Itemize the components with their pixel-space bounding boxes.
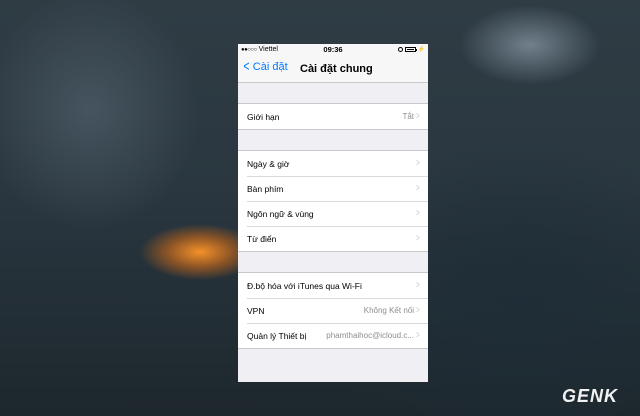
row-keyboard[interactable]: Bàn phím > [238,176,428,201]
row-label: Ngày & giờ [247,158,290,169]
chevron-right-icon: > [416,280,420,291]
chevron-right-icon: > [416,233,420,244]
settings-group-restrictions: Giới hạn Tắt > [238,103,428,130]
row-vpn[interactable]: VPN Không Kết nối > [238,298,428,323]
row-label: Giới hạn [247,111,280,122]
chevron-right-icon: > [416,111,420,122]
status-bar: ●●○○○ Viettel 09:36 ⚡ [238,44,428,56]
chevron-right-icon: > [416,183,420,194]
chevron-right-icon: > [416,158,420,169]
back-label: Cài đặt [252,61,288,73]
navigation-bar: < Cài đặt Cài đặt chung [238,56,428,83]
row-value: Không Kết nối [363,306,414,315]
phone-screen: ●●○○○ Viettel 09:36 ⚡ < Cài đặt Cài đặt … [238,44,428,382]
rotation-lock-icon [397,47,403,52]
row-value: phamthaihoc@icloud.c... [326,331,414,340]
row-label: Bàn phím [247,183,284,194]
row-label: VPN [247,305,265,316]
row-restrictions[interactable]: Giới hạn Tắt > [238,104,428,129]
chevron-right-icon: > [416,330,420,341]
row-label: Đ.bộ hóa với iTunes qua Wi-Fi [247,280,362,291]
genk-logo: GENK [561,386,618,406]
charging-icon: ⚡ [417,47,425,53]
row-itunes-wifi-sync[interactable]: Đ.bộ hóa với iTunes qua Wi-Fi > [238,273,428,298]
row-label: Quản lý Thiết bị [247,330,307,341]
settings-group-locale: Ngày & giờ > Bàn phím > Ngôn ngữ & vùng … [238,150,428,252]
status-icons: ⚡ [397,46,425,53]
back-button[interactable]: < Cài đặt [242,58,288,75]
row-date-time[interactable]: Ngày & giờ > [238,151,428,176]
battery-icon [404,47,417,52]
row-device-management[interactable]: Quản lý Thiết bị phamthaihoc@icloud.c...… [238,323,428,348]
chevron-left-icon: < [243,58,250,75]
row-value: Tắt [402,112,414,121]
chevron-right-icon: > [416,208,420,219]
row-dictionary[interactable]: Từ điển > [238,226,428,251]
chevron-right-icon: > [416,305,420,316]
settings-group-sync: Đ.bộ hóa với iTunes qua Wi-Fi > VPN Khôn… [238,272,428,349]
row-label: Từ điển [247,233,277,244]
row-language-region[interactable]: Ngôn ngữ & vùng > [238,201,428,226]
row-label: Ngôn ngữ & vùng [247,208,314,219]
page-title: Cài đặt chung [300,63,373,75]
